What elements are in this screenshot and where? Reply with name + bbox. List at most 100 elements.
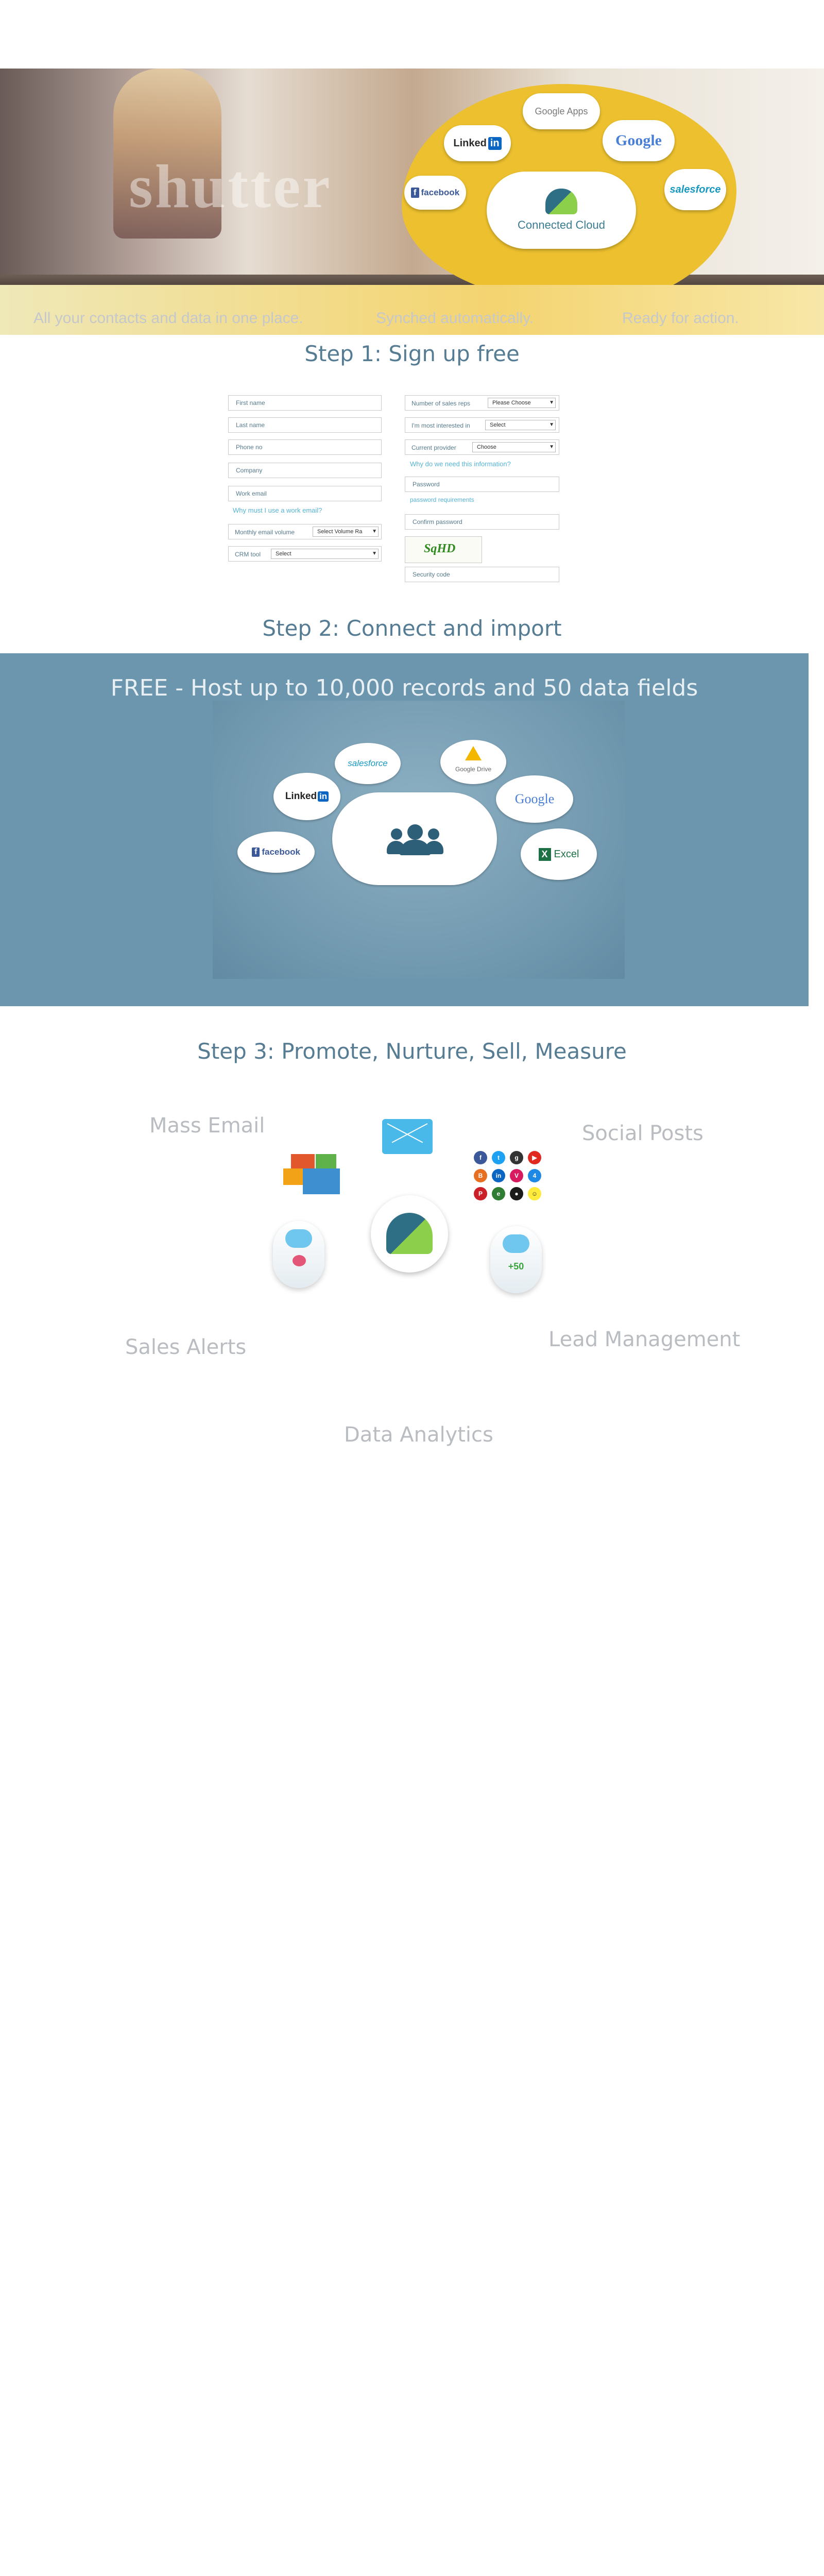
linkedin-icon: in [488,137,502,150]
social-posts-label: Social Posts [582,1122,703,1145]
google-plus-icon: g [510,1151,523,1164]
linkedin-bubble: Linked in [444,125,511,161]
captcha-text: SqHD [424,542,456,555]
google-drive-label: Google Drive [455,766,492,773]
monthly-email-volume-dropdown[interactable]: Select Volume Ra ▼ [313,527,379,537]
confirm-password-field[interactable]: Confirm password [405,514,559,530]
most-interested-select[interactable]: I'm most interested in Select ▼ [405,417,559,433]
facebook-label: facebook [421,188,460,197]
work-email-field[interactable]: Work email [228,486,382,501]
foursquare-icon: 4 [528,1169,541,1182]
most-interested-value: Select [490,422,506,428]
phone-field[interactable]: Phone no [228,439,382,455]
google-drive-icon [465,746,482,760]
lead-management-robot-icon: +50 [490,1226,542,1293]
envelope-icon [316,1154,336,1170]
why-work-email-link[interactable]: Why must I use a work email? [233,506,322,514]
monthly-email-volume-label: Monthly email volume [235,529,295,536]
data-analytics-label: Data Analytics [344,1423,493,1447]
google-cloud: Google [496,775,573,823]
current-provider-label: Current provider [411,444,456,451]
tagline-synched: Synched automatically. [376,310,534,327]
google-bubble: Google [603,120,675,161]
sales-alert-robot-icon [273,1221,324,1288]
facebook-label: facebook [262,847,300,857]
security-code-field[interactable]: Security code [405,567,559,582]
captcha-image: SqHD [405,536,482,563]
google-label: Google [514,791,555,806]
last-name-field[interactable]: Last name [228,417,382,433]
logo-icon [386,1213,433,1254]
people-icon [387,824,443,855]
salesforce-label: salesforce [670,183,721,195]
company-field[interactable]: Company [228,463,382,478]
twitter-icon: t [492,1151,505,1164]
monthly-email-volume-value: Select Volume Ra [317,529,363,535]
snapchat-icon: ☺ [528,1187,541,1200]
sales-reps-label: Number of sales reps [411,400,471,407]
google-label: Google [615,132,662,149]
linkedin-label: Linked [453,137,487,149]
youtube-icon: ▶ [528,1151,541,1164]
sales-reps-select[interactable]: Number of sales reps Please Choose ▼ [405,395,559,411]
salesforce-cloud: salesforce [335,743,401,784]
chevron-down-icon: ▼ [372,529,377,534]
salesforce-bubble: salesforce [664,169,726,210]
why-need-info-link[interactable]: Why do we need this information? [410,460,511,468]
hero-watermark: shutter [129,152,332,221]
envelope-icon [303,1168,340,1194]
center-logo [371,1195,448,1273]
google-apps-bubble: Google Apps [523,93,600,129]
facebook-bubble: f facebook [404,176,466,210]
evernote-icon: e [492,1187,505,1200]
most-interested-dropdown[interactable]: Select ▼ [485,420,556,430]
facebook-cloud: f facebook [237,832,315,873]
hero-banner: shutter Linked in Google Apps Google f f… [0,69,824,335]
flickr-icon: ● [510,1187,523,1200]
first-name-field[interactable]: First name [228,395,382,411]
chevron-down-icon: ▼ [372,551,377,556]
heart-icon [293,1255,306,1266]
step1-title: Step 1: Sign up free [304,341,520,366]
sales-reps-value: Please Choose [492,400,531,406]
connected-cloud-title: Connected Cloud [517,218,605,231]
lead-management-label: Lead Management [548,1328,741,1351]
crm-tool-dropdown[interactable]: Select ▼ [271,549,379,559]
facebook-icon: f [252,848,260,857]
step2-title: Step 2: Connect and import [262,616,562,641]
sales-reps-dropdown[interactable]: Please Choose ▼ [488,398,556,408]
tagline-all-contacts: All your contacts and data in one place. [33,310,303,327]
lead-score-badge: +50 [508,1261,524,1272]
facebook-icon: f [410,188,419,198]
chevron-down-icon: ▼ [549,400,554,405]
envelope-icon [283,1168,304,1185]
sales-alerts-label: Sales Alerts [125,1335,247,1359]
current-provider-select[interactable]: Current provider Choose ▼ [405,439,559,455]
connected-cloud-logo-icon [545,189,577,214]
crm-tool-value: Select [276,551,291,557]
linkedin-cloud: Linked in [273,773,340,820]
google-apps-label: Google Apps [535,106,588,116]
linkedin-label: Linked [285,791,317,802]
crm-tool-label: CRM tool [235,551,261,558]
chevron-down-icon: ▼ [549,422,554,428]
monthly-email-volume-select[interactable]: Monthly email volume Select Volume Ra ▼ [228,524,382,539]
pinterest-icon: P [474,1187,487,1200]
password-field[interactable]: Password [405,477,559,492]
password-requirements-link[interactable]: password requirements [410,496,474,503]
linkedin-icon: in [492,1169,505,1182]
connect-import-diagram: salesforce Google Drive Linked in Google… [213,701,625,979]
step2-free-text: FREE - Host up to 10,000 records and 50 … [110,675,698,701]
step3-title: Step 3: Promote, Nurture, Sell, Measure [197,1039,627,1064]
salesforce-label: salesforce [348,758,388,768]
google-drive-cloud: Google Drive [440,740,506,784]
facebook-icon: f [474,1151,487,1164]
crm-tool-select[interactable]: CRM tool Select ▼ [228,546,382,562]
excel-label: Excel [554,848,579,860]
linkedin-icon: in [318,791,329,802]
excel-icon: X [538,848,551,861]
connected-cloud-bubble: Connected Cloud [487,172,636,249]
vine-icon: V [510,1169,523,1182]
excel-cloud: X Excel [521,828,597,880]
current-provider-dropdown[interactable]: Choose ▼ [472,442,556,452]
